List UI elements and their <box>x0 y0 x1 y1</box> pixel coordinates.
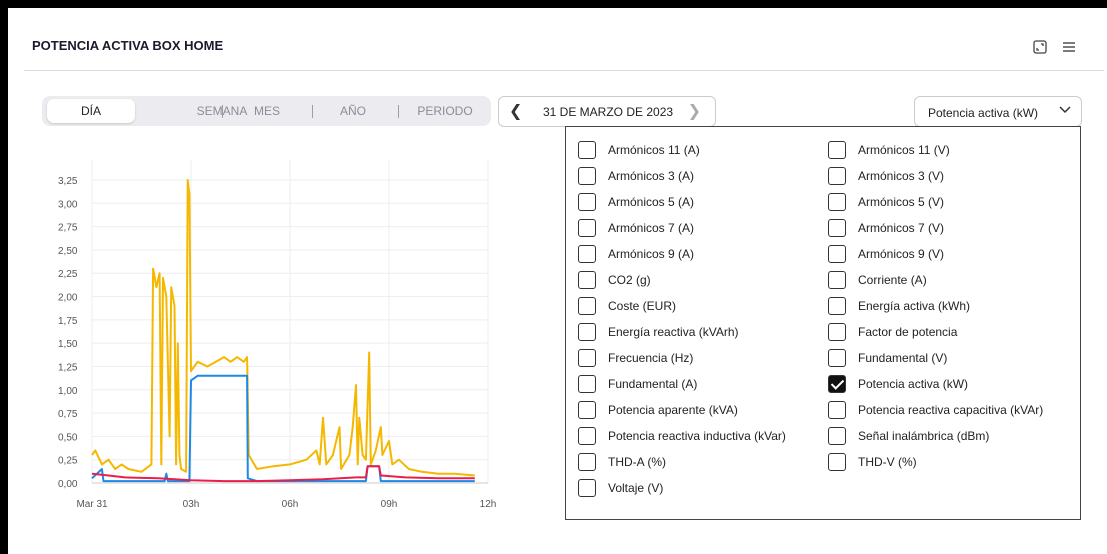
chevron-down-icon <box>1059 106 1071 114</box>
option-label: Fundamental (V) <box>858 351 948 365</box>
tab-mes[interactable]: MES <box>238 96 296 126</box>
option-label: Armónicos 11 (A) <box>608 143 700 157</box>
checkbox[interactable] <box>828 401 846 419</box>
checkbox[interactable] <box>828 271 846 289</box>
metric-select[interactable]: Potencia activa (kW) <box>914 96 1082 127</box>
option-label: Fundamental (A) <box>608 377 698 391</box>
y-tick-label: 2,00 <box>58 293 78 304</box>
checkbox[interactable] <box>578 297 596 315</box>
power-line-chart: 0,00 0,25 0,50 0,75 1,00 1,25 1,50 1,75 2,00 2,25… <box>58 160 497 510</box>
checkbox[interactable] <box>828 245 846 263</box>
checkbox[interactable] <box>578 453 596 471</box>
checkbox[interactable] <box>578 401 596 419</box>
checkbox[interactable] <box>828 375 846 393</box>
option-label: Coste (EUR) <box>608 299 677 313</box>
expand-icon[interactable] <box>1033 40 1047 54</box>
y-tick-label: 2,75 <box>58 223 78 234</box>
checkbox[interactable] <box>578 323 596 341</box>
option-label: Voltaje (V) <box>608 481 664 495</box>
x-tick-label: 03h <box>183 499 200 510</box>
checkbox[interactable] <box>828 427 846 445</box>
option-label: Potencia activa (kW) <box>858 377 969 391</box>
option-label: Energía activa (kWh) <box>858 299 971 313</box>
checkbox[interactable] <box>578 219 596 237</box>
metric-dropdown: Armónicos 11 (A) Armónicos 3 (A) Armónicos… <box>565 126 1081 520</box>
option-label: CO2 (g) <box>608 273 651 287</box>
checkbox[interactable] <box>578 167 596 185</box>
chevron-right-icon[interactable]: ❯ <box>688 101 701 121</box>
y-tick-label: 2,50 <box>58 246 78 257</box>
checkbox[interactable] <box>828 167 846 185</box>
x-tick-label: 06h <box>282 499 299 510</box>
checkbox[interactable] <box>578 427 596 445</box>
y-tick-label: 3,00 <box>58 199 78 210</box>
option-label: Armónicos 9 (V) <box>858 247 945 261</box>
y-tick-label: 0,75 <box>58 409 78 420</box>
header-divider <box>24 70 1104 71</box>
option-label: THD-A (%) <box>608 455 666 469</box>
option-label: Potencia reactiva inductiva (kVar) <box>608 429 786 443</box>
checkbox[interactable] <box>828 323 846 341</box>
y-tick-label: 1,75 <box>58 316 78 327</box>
option-label: Armónicos 9 (A) <box>608 247 695 261</box>
date-navigator: ❮ 31 DE MARZO DE 2023 ❯ <box>498 96 716 127</box>
option-label: Corriente (A) <box>858 273 927 287</box>
checkbox[interactable] <box>578 193 596 211</box>
checkbox[interactable] <box>828 219 846 237</box>
checkbox[interactable] <box>578 141 596 159</box>
period-tabs: DÍA SEMANA MES AÑO PERIODO <box>42 96 491 126</box>
option-label: Armónicos 7 (V) <box>858 221 945 235</box>
option-label: THD-V (%) <box>858 455 917 469</box>
x-tick-label: Mar 31 <box>76 499 108 510</box>
tab-dia[interactable]: DÍA <box>47 99 135 123</box>
option-label: Armónicos 7 (A) <box>608 221 695 235</box>
checkbox[interactable] <box>828 141 846 159</box>
checkbox[interactable] <box>828 349 846 367</box>
y-tick-label: 0,00 <box>58 479 78 490</box>
y-tick-label: 3,25 <box>58 176 78 187</box>
y-tick-label: 2,25 <box>58 269 78 280</box>
x-tick-label: 09h <box>381 499 398 510</box>
series-line-0 <box>91 179 475 477</box>
option-label: Potencia reactiva capacitiva (kVAr) <box>858 403 1044 417</box>
tab-ano[interactable]: AÑO <box>328 96 378 126</box>
chevron-left-icon[interactable]: ❮ <box>509 101 522 121</box>
menu-icon[interactable] <box>1062 40 1076 54</box>
page-title: POTENCIA ACTIVA BOX HOME <box>32 38 224 53</box>
option-label: Armónicos 5 (V) <box>858 195 945 209</box>
y-tick-label: 0,25 <box>58 456 78 467</box>
option-label: Armónicos 11 (V) <box>858 143 950 157</box>
checkbox[interactable] <box>828 297 846 315</box>
y-tick-label: 1,50 <box>58 339 78 350</box>
checkbox[interactable] <box>578 349 596 367</box>
tab-separator <box>312 105 313 118</box>
option-label: Potencia aparente (kVA) <box>608 403 738 417</box>
series-line-2 <box>91 465 475 483</box>
x-tick-label: 12h <box>480 499 497 510</box>
option-label: Energía reactiva (kVArh) <box>608 325 739 339</box>
option-label: Armónicos 3 (V) <box>858 169 945 183</box>
tab-separator <box>222 105 223 118</box>
checkbox[interactable] <box>578 245 596 263</box>
option-label: Frecuencia (Hz) <box>608 351 694 365</box>
tab-periodo[interactable]: PERIODO <box>408 96 482 126</box>
y-tick-label: 0,50 <box>58 432 78 443</box>
checkbox[interactable] <box>578 271 596 289</box>
option-label: Armónicos 3 (A) <box>608 169 695 183</box>
option-label: Factor de potencia <box>858 325 958 339</box>
checkbox[interactable] <box>578 375 596 393</box>
metric-select-value: Potencia activa (kW) <box>928 106 1039 120</box>
tab-separator <box>398 105 399 118</box>
date-label: 31 DE MARZO DE 2023 <box>543 105 674 119</box>
checkbox[interactable] <box>578 479 596 497</box>
y-tick-label: 1,00 <box>58 386 78 397</box>
checkbox[interactable] <box>828 453 846 471</box>
option-label: Señal inalámbrica (dBm) <box>858 429 990 443</box>
option-label: Armónicos 5 (A) <box>608 195 695 209</box>
y-tick-label: 1,25 <box>58 362 78 373</box>
checkbox[interactable] <box>828 193 846 211</box>
